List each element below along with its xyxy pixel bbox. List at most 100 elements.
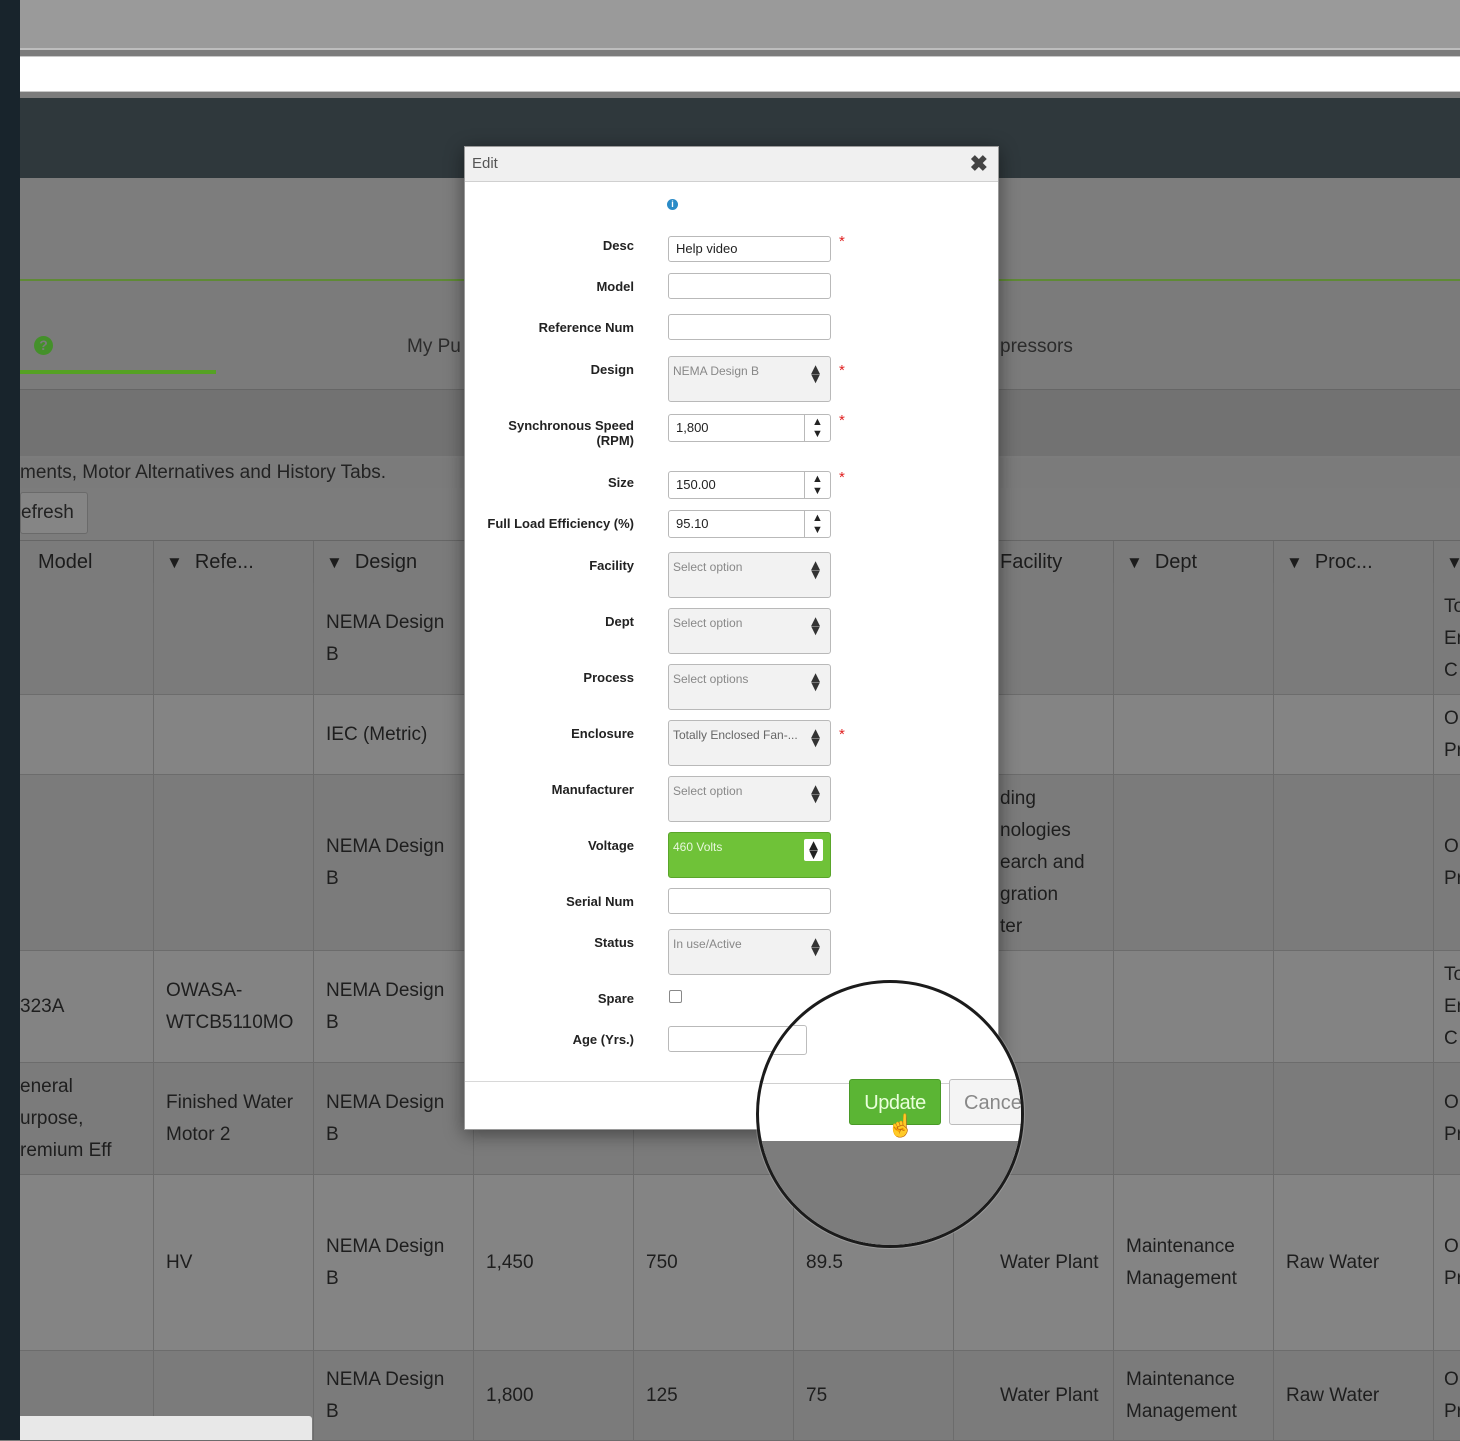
table-cell-facility: Water Plant: [953, 1351, 1113, 1440]
sort-arrows-icon: ▲ ▼: [808, 557, 823, 583]
column-header-dept[interactable]: ▼ Dept: [1113, 541, 1273, 583]
table-cell-proc: Raw Water: [1273, 1175, 1433, 1350]
column-header-process-label: Proc...: [1314, 551, 1373, 573]
table-cell-dept: [1113, 951, 1273, 1062]
column-header-design[interactable]: ▼ Design: [313, 541, 473, 583]
process-select[interactable]: Select options ▲ ▼: [668, 664, 831, 710]
sync-speed-label: Synchronous Speed (RPM): [508, 418, 634, 448]
table-cell-design: NEMA Design B: [313, 583, 473, 694]
column-header-facility-label: Facility: [1000, 551, 1063, 573]
table-cell-last: O Pr: [1433, 775, 1460, 950]
table-cell-last: To En C: [1433, 951, 1460, 1062]
table-cell-dept: [1113, 583, 1273, 694]
table-cell-proc: [1273, 951, 1433, 1062]
filter-icon[interactable]: ▼: [166, 553, 183, 572]
table-cell-model: [20, 775, 153, 950]
required-marker: *: [839, 412, 845, 429]
required-marker: *: [839, 469, 845, 486]
process-value: Select options: [673, 672, 749, 686]
table-cell-ref: HV: [153, 1175, 313, 1350]
design-select[interactable]: NEMA Design B ▲ ▼: [668, 356, 831, 402]
sort-arrows-icon: ▲ ▼: [808, 669, 823, 695]
facility-select[interactable]: Select option ▲ ▼: [668, 552, 831, 598]
spinner-arrows-icon[interactable]: ▲ ▼: [804, 472, 830, 498]
table-cell-c4: 1,450: [473, 1175, 633, 1350]
table-cell-proc: [1273, 695, 1433, 774]
required-marker: *: [839, 233, 845, 250]
serial-num-label: Serial Num: [566, 894, 634, 909]
table-cell-design: IEC (Metric): [313, 695, 473, 774]
table-row[interactable]: HV NEMA Design B 1,450 750 89.5 Water Plant Ma…: [20, 1175, 1460, 1351]
table-cell-last: O Pr: [1433, 1063, 1460, 1174]
help-icon[interactable]: ?: [34, 336, 53, 355]
full-load-efficiency-label: Full Load Efficiency (%): [487, 516, 634, 531]
sync-speed-input[interactable]: 1,800 ▲ ▼: [668, 414, 831, 442]
sort-arrows-icon: ▲ ▼: [808, 934, 823, 960]
table-cell-last: O Pr: [1433, 1175, 1460, 1350]
table-cell-model: [20, 695, 153, 774]
table-cell-proc: [1273, 583, 1433, 694]
table-cell-c6: 75: [793, 1351, 953, 1440]
table-cell-model: eneral urpose, remium Eff: [20, 1075, 112, 1161]
table-cell-dept: [1113, 695, 1273, 774]
browser-divider: [20, 48, 1460, 50]
age-input-zoomed: [759, 1025, 807, 1055]
table-cell-ref: Finished Water Motor 2: [153, 1063, 313, 1174]
table-cell-proc: [1273, 775, 1433, 950]
facility-value: Select option: [673, 560, 743, 574]
address-bar[interactable]: [20, 56, 1460, 92]
status-select[interactable]: In use/Active ▲ ▼: [668, 929, 831, 975]
status-label: Status: [594, 935, 634, 950]
column-header-last[interactable]: ▼: [1433, 541, 1460, 583]
spinner-arrows-icon[interactable]: ▲ ▼: [804, 415, 830, 441]
tab-compressors[interactable]: pressors: [1000, 336, 1073, 358]
enclosure-value: Totally Enclosed Fan-...: [673, 728, 798, 742]
table-cell-design: NEMA Design B: [313, 775, 473, 950]
table-cell-dept: Maintenance Management: [1113, 1351, 1273, 1440]
voltage-value: 460 Volts: [673, 840, 723, 854]
filter-icon[interactable]: ▼: [1126, 553, 1143, 572]
model-input[interactable]: [668, 273, 831, 299]
process-label: Process: [583, 670, 634, 685]
full-load-efficiency-input[interactable]: 95.10 ▲ ▼: [668, 510, 831, 538]
filter-icon[interactable]: ▼: [326, 553, 343, 572]
desc-input[interactable]: Help video: [668, 236, 831, 262]
serial-num-input[interactable]: [668, 888, 831, 914]
refresh-button[interactable]: efresh: [20, 492, 88, 534]
column-header-model[interactable]: Model: [20, 541, 153, 583]
table-cell-dept: [1113, 1063, 1273, 1174]
filter-icon[interactable]: ▼: [1446, 553, 1460, 572]
table-cell-last: O Pr: [1433, 1351, 1460, 1440]
active-tab-indicator: [20, 370, 216, 374]
voltage-select[interactable]: 460 Volts ▲ ▼: [668, 832, 831, 878]
column-header-process[interactable]: ▼ Proc...: [1273, 541, 1433, 583]
zoom-magnifier: Update Cance ☝: [756, 980, 1024, 1248]
table-cell-last: To En C: [1433, 583, 1460, 694]
info-icon[interactable]: i: [667, 199, 678, 210]
enclosure-label: Enclosure: [571, 726, 634, 741]
table-cell-proc: [1273, 1063, 1433, 1174]
dept-select[interactable]: Select option ▲ ▼: [668, 608, 831, 654]
spinner-arrows-icon[interactable]: ▲ ▼: [804, 511, 830, 537]
table-cell-proc: Raw Water: [1273, 1351, 1433, 1440]
filter-icon[interactable]: ▼: [1286, 553, 1303, 572]
manufacturer-select[interactable]: Select option ▲ ▼: [668, 776, 831, 822]
table-cell-design: NEMA Design B: [313, 1063, 473, 1174]
reference-num-input[interactable]: [668, 314, 831, 340]
column-header-dept-label: Dept: [1154, 551, 1198, 573]
size-input[interactable]: 150.00 ▲ ▼: [668, 471, 831, 499]
spare-checkbox[interactable]: [669, 990, 682, 1003]
dialog-header: Edit ✖: [465, 147, 998, 182]
cancel-button[interactable]: Cance: [949, 1079, 1021, 1125]
close-icon[interactable]: ✖: [970, 151, 988, 177]
enclosure-select[interactable]: Totally Enclosed Fan-... ▲ ▼: [668, 720, 831, 766]
column-header-reference[interactable]: ▼ Refe...: [153, 541, 313, 583]
size-label: Size: [607, 475, 634, 490]
dialog-title: Edit: [472, 155, 498, 172]
age-label: Age (Yrs.): [572, 1032, 634, 1047]
full-load-efficiency-value: 95.10: [676, 516, 709, 531]
sort-arrows-icon: ▲ ▼: [808, 725, 823, 751]
tab-my-pumps[interactable]: My Pu: [407, 336, 461, 358]
design-value: NEMA Design B: [673, 364, 760, 378]
reference-num-label: Reference Num: [538, 320, 634, 335]
